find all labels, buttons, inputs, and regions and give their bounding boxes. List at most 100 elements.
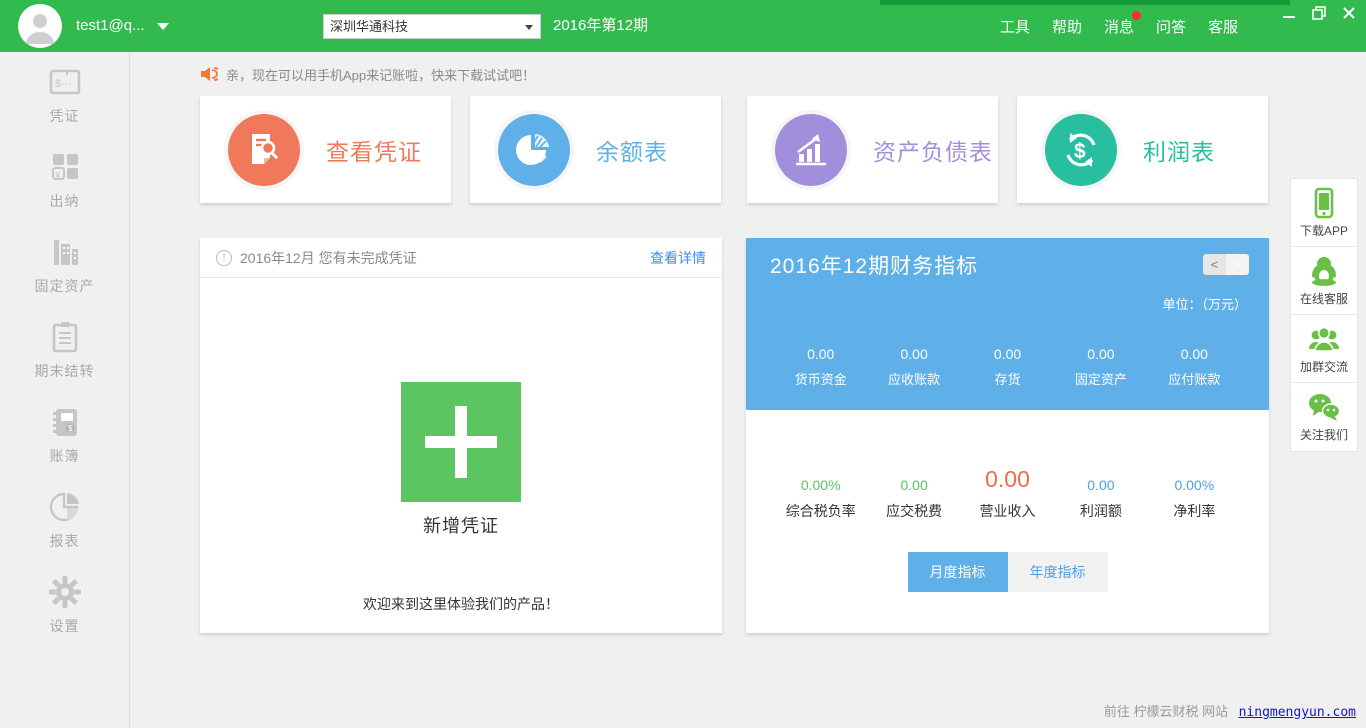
next-period-button[interactable]: > xyxy=(1226,254,1249,275)
username-label: test1@q... xyxy=(76,17,145,34)
stat-accounts-payable: 0.00 应付账款 xyxy=(1148,346,1241,388)
company-select[interactable]: 深圳华通科技 xyxy=(323,14,541,39)
card-view-voucher[interactable]: 查看凭证 xyxy=(200,96,451,203)
dock-download-app[interactable]: 下载APP xyxy=(1291,179,1357,247)
dock-follow-us[interactable]: 关注我们 xyxy=(1291,383,1357,451)
svg-text:$···: $··· xyxy=(55,78,72,90)
topbar: test1@q... 深圳华通科技 2016年第12期 工具 帮助 消息 问答 … xyxy=(0,0,1366,52)
sidebar-label: 出纳 xyxy=(0,191,129,211)
menu-messages-label: 消息 xyxy=(1104,19,1134,36)
sidebar-item-reports[interactable]: 报表 xyxy=(0,477,129,562)
balance-sheet-icon xyxy=(775,114,847,186)
stat-label: 应交税费 xyxy=(867,501,960,521)
stat-label: 货币资金 xyxy=(774,369,867,388)
stat-value: 0.00 xyxy=(961,346,1054,362)
indicator-tabs: 月度指标 年度指标 xyxy=(746,552,1269,592)
voucher-icon: $··· xyxy=(47,64,83,100)
reports-icon xyxy=(47,489,83,525)
menu-help[interactable]: 帮助 xyxy=(1052,16,1082,37)
sidebar-item-account-books[interactable]: $ 账簿 xyxy=(0,392,129,477)
close-icon[interactable] xyxy=(1340,5,1358,21)
view-details-link[interactable]: 查看详情 xyxy=(650,248,706,268)
stat-label: 净利率 xyxy=(1148,501,1241,521)
info-icon: ! xyxy=(216,250,232,266)
add-voucher-button[interactable] xyxy=(401,382,521,502)
sidebar-item-period-end[interactable]: 期末结转 xyxy=(0,307,129,392)
current-period: 2016年第12期 xyxy=(553,0,648,52)
quick-cards: 查看凭证 余额表 资产负债表 xyxy=(200,96,1268,203)
company-select-value: 深圳华通科技 xyxy=(330,19,408,34)
balance-table-icon xyxy=(498,114,570,186)
speaker-icon xyxy=(200,66,218,82)
top-menu: 工具 帮助 消息 问答 客服 xyxy=(1000,0,1238,52)
app-notice: 亲，现在可以用手机App来记账啦，快来下载试试吧！ xyxy=(200,62,535,86)
account-books-icon: $ xyxy=(47,404,83,440)
period-pager: < > xyxy=(1203,254,1249,275)
stat-inventory: 0.00 存货 xyxy=(961,346,1054,388)
voucher-panel: ! 2016年12月 您有未完成凭证 查看详情 新增凭证 欢迎来到这里体验我们的… xyxy=(200,238,722,633)
prev-period-button[interactable]: < xyxy=(1203,254,1226,275)
stat-value: 0.00 xyxy=(961,466,1054,493)
dock-label: 加群交流 xyxy=(1291,358,1357,375)
chevron-down-icon xyxy=(157,23,169,30)
stat-value: 0.00 xyxy=(774,346,867,362)
sidebar-item-voucher[interactable]: $··· 凭证 xyxy=(0,52,129,137)
finance-panel: 2016年12期财务指标 < > 单位：（万元） 0.00 货币资金 0.00 … xyxy=(746,238,1269,633)
settings-icon xyxy=(47,574,83,610)
tab-monthly-indicators[interactable]: 月度指标 xyxy=(908,552,1008,592)
voucher-panel-body: 新增凭证 欢迎来到这里体验我们的产品！ xyxy=(200,382,722,614)
stat-label: 应付账款 xyxy=(1148,369,1241,388)
footer-site-link[interactable]: ningmengyun.com xyxy=(1239,705,1356,720)
dock-label: 下载APP xyxy=(1291,222,1357,239)
tab-yearly-indicators[interactable]: 年度指标 xyxy=(1008,552,1108,592)
user-menu[interactable]: test1@q... xyxy=(76,0,169,52)
stat-label: 应收账款 xyxy=(867,369,960,388)
sidebar-label: 固定资产 xyxy=(0,276,129,296)
white-stats-row: 0.00% 综合税负率 0.00 应交税费 0.00 营业收入 0.00 利润额… xyxy=(746,466,1269,521)
menu-messages[interactable]: 消息 xyxy=(1104,16,1134,37)
side-dock: 下载APP 在线客服 加群交流 xyxy=(1290,178,1358,452)
sidebar-label: 凭证 xyxy=(0,106,129,126)
dock-online-support[interactable]: 在线客服 xyxy=(1291,247,1357,315)
user-icon xyxy=(24,10,56,44)
sidebar-item-settings[interactable]: 设置 xyxy=(0,562,129,647)
qq-icon xyxy=(1308,255,1340,287)
voucher-panel-header: ! 2016年12月 您有未完成凭证 查看详情 xyxy=(200,238,722,278)
card-balance-table[interactable]: 余额表 xyxy=(470,96,721,203)
welcome-text: 欢迎来到这里体验我们的产品！ xyxy=(200,594,722,614)
stat-label: 综合税负率 xyxy=(774,501,867,521)
stat-value: 0.00 xyxy=(1054,346,1147,362)
minimize-icon[interactable] xyxy=(1280,5,1298,21)
finance-panel-header: 2016年12期财务指标 < > 单位：（万元） 0.00 货币资金 0.00 … xyxy=(746,238,1269,410)
menu-support[interactable]: 客服 xyxy=(1208,16,1238,37)
finance-panel-title: 2016年12期财务指标 xyxy=(770,250,978,280)
sidebar-label: 账簿 xyxy=(0,446,129,466)
stat-accounts-receivable: 0.00 应收账款 xyxy=(867,346,960,388)
footer-text: 前往 柠檬云财税 网站 xyxy=(1104,704,1228,719)
sidebar-item-cashier[interactable]: ¥ 出纳 xyxy=(0,137,129,222)
stat-label: 利润额 xyxy=(1054,501,1147,521)
avatar[interactable] xyxy=(18,4,62,48)
stat-label: 固定资产 xyxy=(1054,369,1147,388)
sidebar-label: 报表 xyxy=(0,531,129,551)
sidebar-item-fixed-assets[interactable]: 固定资产 xyxy=(0,222,129,307)
stat-value: 0.00 xyxy=(867,346,960,362)
menu-tools[interactable]: 工具 xyxy=(1000,16,1030,37)
menu-qa[interactable]: 问答 xyxy=(1156,16,1186,37)
message-badge xyxy=(1132,11,1141,20)
svg-text:$: $ xyxy=(68,424,73,433)
stat-net-profit-rate: 0.00% 净利率 xyxy=(1148,477,1241,521)
card-balance-sheet[interactable]: 资产负债表 xyxy=(747,96,998,203)
card-profit-table[interactable]: $ 利润表 xyxy=(1017,96,1268,203)
profit-table-icon: $ xyxy=(1045,114,1117,186)
card-label: 查看凭证 xyxy=(326,133,422,167)
fixed-assets-icon xyxy=(47,234,83,270)
notice-text: 亲，现在可以用手机App来记账啦，快来下载试试吧！ xyxy=(226,65,535,84)
maximize-icon[interactable] xyxy=(1310,5,1328,21)
dock-join-group[interactable]: 加群交流 xyxy=(1291,315,1357,383)
cashier-icon: ¥ xyxy=(47,149,83,185)
stat-value: 0.00 xyxy=(867,477,960,493)
view-voucher-icon xyxy=(228,114,300,186)
card-label: 利润表 xyxy=(1143,133,1215,167)
add-voucher-label: 新增凭证 xyxy=(200,512,722,538)
